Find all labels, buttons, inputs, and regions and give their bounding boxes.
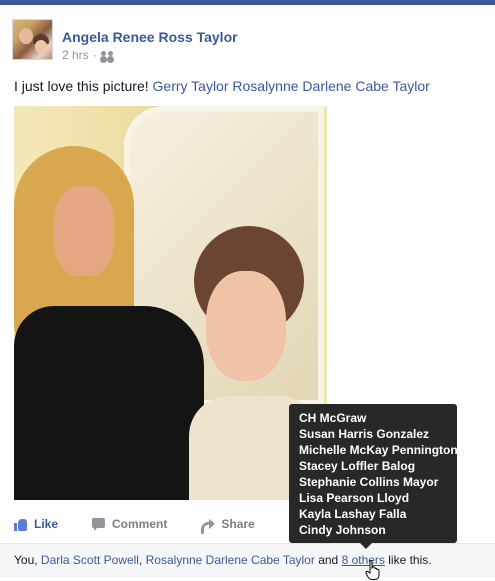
post-meta: 2 hrs · (62, 48, 114, 62)
liker-name: Michelle McKay Pennington (299, 443, 458, 457)
avatar-face-child (35, 40, 47, 53)
likes-prefix: You, (14, 553, 41, 567)
post-message-text: I just love this picture! (14, 78, 149, 94)
liker-link-1[interactable]: Darla Scott Powell (41, 553, 139, 567)
thumbs-up-icon (14, 518, 28, 531)
post-timestamp[interactable]: 2 hrs (62, 48, 89, 62)
comment-bubble-icon (92, 517, 106, 531)
liker-name: Susan Harris Gonzalez (299, 427, 430, 441)
photo-woman-face (54, 186, 114, 276)
photo-girl-face (206, 271, 286, 381)
liker-name: CH McGraw (299, 411, 367, 425)
avatar-face-adult (19, 28, 33, 44)
share-button[interactable]: Share (201, 517, 255, 531)
post-message: I just love this picture! Gerry Taylor R… (14, 78, 430, 94)
liker-name: Stacey Loffler Balog (299, 459, 416, 473)
author-avatar[interactable] (12, 19, 53, 60)
post-actions: Like Comment Share (14, 517, 255, 531)
share-arrow-icon (201, 518, 216, 530)
tooltip-arrow (360, 543, 372, 549)
likes-suffix: like this. (384, 553, 432, 567)
liker-name: Cindy Johnson (299, 523, 386, 537)
comment-label: Comment (112, 517, 168, 531)
photo-woman-body (14, 306, 204, 500)
meta-separator: · (92, 48, 97, 62)
hand-pointer-icon (365, 560, 380, 580)
tagged-people-link[interactable]: Gerry Taylor Rosalynne Darlene Cabe Tayl… (153, 78, 430, 94)
share-label: Share (221, 517, 255, 531)
like-button[interactable]: Like (14, 517, 58, 531)
likes-and: and (314, 553, 342, 567)
likes-separator: , (138, 553, 146, 567)
comment-button[interactable]: Comment (92, 517, 167, 531)
liker-name: Kayla Lashay Falla (299, 507, 407, 521)
post-photo[interactable] (14, 106, 327, 500)
author-name-link[interactable]: Angela Renee Ross Taylor (62, 29, 238, 45)
liker-name: Stephanie Collins Mayor (299, 475, 439, 489)
friends-icon[interactable] (100, 50, 114, 60)
liker-name: Lisa Pearson Lloyd (299, 491, 410, 505)
likers-list: CH McGraw Susan Harris Gonzalez Michelle… (299, 410, 458, 538)
like-label: Like (34, 517, 59, 531)
liker-link-2[interactable]: Rosalynne Darlene Cabe Taylor (146, 553, 315, 567)
likers-tooltip: CH McGraw Susan Harris Gonzalez Michelle… (289, 404, 458, 543)
